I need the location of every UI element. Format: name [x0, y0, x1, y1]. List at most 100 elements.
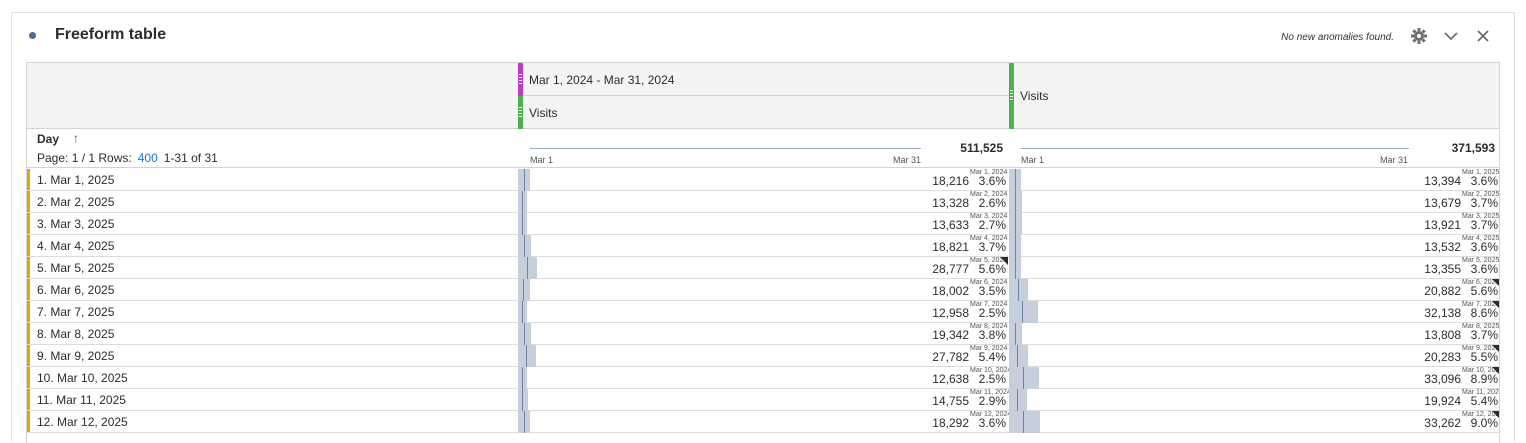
cell-value[interactable]: 13,633 — [899, 218, 969, 232]
cell-value[interactable]: 13,394 — [1391, 174, 1461, 188]
cell-value[interactable]: 19,924 — [1391, 394, 1461, 408]
row-accent-bar — [27, 257, 30, 278]
cell-percent: 2.9% — [978, 394, 1006, 408]
cell-compare-line — [1015, 191, 1016, 213]
cell-compare-line — [1017, 389, 1018, 411]
cell-value[interactable]: 13,532 — [1391, 240, 1461, 254]
cell-value[interactable]: 19,342 — [899, 328, 969, 342]
cell-percent-bar — [1009, 345, 1028, 367]
cell-value[interactable]: 18,216 — [899, 174, 969, 188]
sparkline-1-end: Mar 31 — [893, 155, 922, 165]
table-row[interactable]: 9. Mar 9, 2025 27,782 Mar 9, 2024 5.4% 20,28… — [27, 345, 1499, 367]
table-row[interactable]: 6. Mar 6, 2025 18,002 Mar 6, 2024 3.5% 20,88… — [27, 279, 1499, 301]
cell-percent: 5.4% — [1470, 394, 1498, 408]
cell-compare-line — [522, 191, 523, 213]
row-label[interactable]: 2. Mar 2, 2025 — [37, 195, 114, 209]
cell-value[interactable]: 20,283 — [1391, 350, 1461, 364]
date-range-component-handle[interactable] — [518, 63, 523, 96]
table-row[interactable]: 10. Mar 10, 2025 12,638 Mar 10, 2024 2.5% 33… — [27, 367, 1499, 389]
cell-value[interactable]: 33,096 — [1391, 372, 1461, 386]
table-row[interactable]: 11. Mar 11, 2025 14,755 Mar 11, 2024 2.9% 19… — [27, 389, 1499, 411]
row-accent-bar — [27, 301, 30, 322]
cell-value[interactable]: 27,782 — [899, 350, 969, 364]
anomaly-flag-icon[interactable] — [1492, 345, 1499, 353]
table-row[interactable]: 2. Mar 2, 2025 13,328 Mar 2, 2024 2.6% 13,67… — [27, 191, 1499, 213]
column-2-total: 371,593 — [1451, 141, 1495, 155]
row-label[interactable]: 7. Mar 7, 2025 — [37, 305, 114, 319]
rows-per-page-selector[interactable]: 400 — [138, 151, 158, 165]
sort-ascending-icon[interactable]: ↑ — [73, 131, 79, 145]
chevron-down-icon[interactable] — [1442, 27, 1460, 45]
panel-status-dot — [29, 32, 36, 39]
row-label[interactable]: 9. Mar 9, 2025 — [37, 349, 114, 363]
table-row[interactable]: 4. Mar 4, 2025 18,821 Mar 4, 2024 3.7% 13,53… — [27, 235, 1499, 257]
date-range-header[interactable]: Mar 1, 2024 - Mar 31, 2024 — [529, 73, 674, 87]
row-label[interactable]: 10. Mar 10, 2025 — [37, 371, 128, 385]
cell-compare-line — [523, 279, 524, 301]
cell-percent: 3.5% — [978, 284, 1006, 298]
anomaly-flag-icon[interactable] — [1492, 279, 1499, 287]
cell-compare-line — [1015, 323, 1016, 345]
row-label[interactable]: 4. Mar 4, 2025 — [37, 239, 114, 253]
cell-percent: 3.6% — [978, 174, 1006, 188]
cell-value[interactable]: 13,355 — [1391, 262, 1461, 276]
table-row[interactable]: 5. Mar 5, 2025 28,777 Mar 5, 2024 5.6% 13,35… — [27, 257, 1499, 279]
row-accent-bar — [27, 279, 30, 300]
cell-compare-line — [1015, 235, 1016, 257]
row-label[interactable]: 1. Mar 1, 2025 — [37, 173, 114, 187]
cell-percent: 3.7% — [1470, 196, 1498, 210]
cell-value[interactable]: 13,328 — [899, 196, 969, 210]
cell-value[interactable]: 20,882 — [1391, 284, 1461, 298]
anomaly-flag-icon[interactable] — [1492, 367, 1499, 375]
row-label[interactable]: 6. Mar 6, 2025 — [37, 283, 114, 297]
row-label[interactable]: 12. Mar 12, 2025 — [37, 415, 128, 429]
cell-compare-line — [526, 345, 527, 367]
settings-gear-icon[interactable] — [1410, 27, 1428, 45]
visits-metric-header-1[interactable]: Visits — [529, 106, 557, 120]
cell-value[interactable]: 13,921 — [1391, 218, 1461, 232]
row-label[interactable]: 5. Mar 5, 2025 — [37, 261, 114, 275]
dimension-label[interactable]: Day — [37, 132, 59, 146]
cell-percent: 3.6% — [1470, 240, 1498, 254]
freeform-table-panel: Freeform table No new anomalies found. M… — [11, 12, 1515, 443]
table-row[interactable]: 3. Mar 3, 2025 13,633 Mar 3, 2024 2.7% 13,92… — [27, 213, 1499, 235]
table-row[interactable]: 1. Mar 1, 2025 18,216 Mar 1, 2024 3.6% 13,39… — [27, 169, 1499, 191]
row-label[interactable]: 8. Mar 8, 2025 — [37, 327, 114, 341]
anomaly-flag-icon[interactable] — [1492, 301, 1499, 309]
cell-value[interactable]: 12,958 — [899, 306, 969, 320]
cell-percent: 3.8% — [978, 328, 1006, 342]
cell-value[interactable]: 13,808 — [1391, 328, 1461, 342]
cell-value[interactable]: 32,138 — [1391, 306, 1461, 320]
row-label[interactable]: 11. Mar 11, 2025 — [37, 393, 126, 407]
visits-metric-header-2[interactable]: Visits — [1020, 89, 1048, 103]
anomaly-status: No new anomalies found. — [1281, 32, 1394, 43]
table-row[interactable]: 7. Mar 7, 2025 12,958 Mar 7, 2024 2.5% 32,13… — [27, 301, 1499, 323]
row-label[interactable]: 3. Mar 3, 2025 — [37, 217, 114, 231]
anomaly-flag-icon[interactable] — [1492, 411, 1499, 419]
anomaly-flag-icon[interactable] — [1000, 257, 1008, 265]
table-row[interactable]: 8. Mar 8, 2025 19,342 Mar 8, 2024 3.8% 13,80… — [27, 323, 1499, 345]
pagination-info: Page: 1 / 1 Rows: 400 1-31 of 31 — [37, 151, 218, 165]
cell-value[interactable]: 13,679 — [1391, 196, 1461, 210]
cell-value[interactable]: 28,777 — [899, 262, 969, 276]
visits-metric-handle-1[interactable] — [518, 96, 523, 129]
dimension-header-row: Day ↑ Page: 1 / 1 Rows: 400 1-31 of 31 Mar… — [27, 129, 1499, 168]
cell-compare-line — [1015, 169, 1016, 191]
panel-title[interactable]: Freeform table — [55, 26, 166, 44]
cell-percent: 3.6% — [1470, 174, 1498, 188]
cell-compare-line — [1023, 411, 1024, 433]
table-row[interactable]: 12. Mar 12, 2025 18,292 Mar 12, 2024 3.6% 33… — [27, 411, 1499, 433]
cell-percent-bar — [1009, 367, 1039, 389]
visits-metric-handle-2[interactable] — [1009, 63, 1014, 129]
column-1-total: 511,525 — [960, 141, 1003, 155]
row-accent-bar — [27, 389, 30, 410]
cell-compare-line — [1022, 301, 1023, 323]
cell-value[interactable]: 18,821 — [899, 240, 969, 254]
cell-value[interactable]: 12,638 — [899, 372, 969, 386]
cell-value[interactable]: 18,002 — [899, 284, 969, 298]
close-icon[interactable] — [1474, 27, 1492, 45]
cell-compare-line — [1017, 345, 1018, 367]
cell-value[interactable]: 33,262 — [1391, 416, 1461, 430]
cell-value[interactable]: 18,292 — [899, 416, 969, 430]
cell-value[interactable]: 14,755 — [899, 394, 969, 408]
